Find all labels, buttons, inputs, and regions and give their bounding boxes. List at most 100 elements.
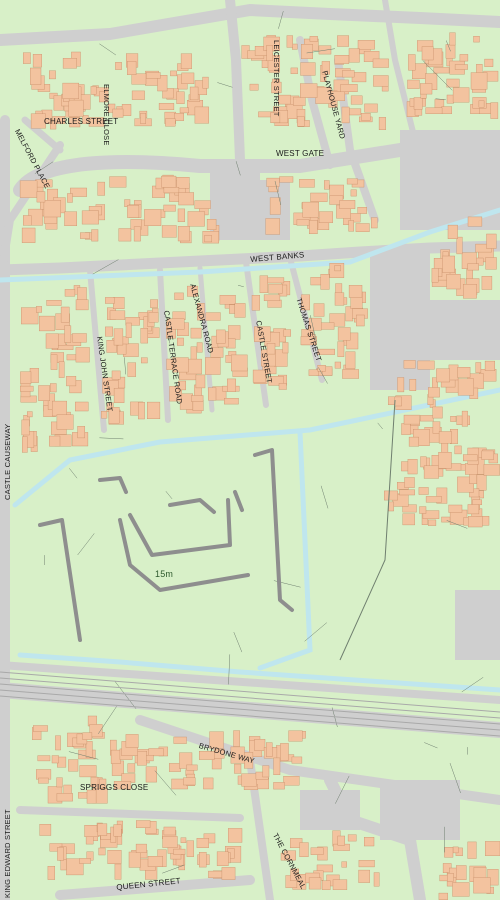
building bbox=[350, 189, 357, 197]
grey-lot bbox=[455, 590, 500, 660]
building bbox=[170, 70, 177, 77]
building bbox=[43, 200, 62, 218]
building bbox=[64, 325, 72, 343]
building bbox=[267, 277, 285, 284]
building bbox=[57, 847, 64, 861]
building bbox=[320, 274, 330, 290]
building bbox=[174, 292, 184, 300]
building bbox=[399, 489, 415, 496]
building bbox=[357, 206, 367, 214]
earthwork-outline bbox=[98, 476, 128, 494]
building bbox=[485, 257, 497, 270]
building bbox=[463, 284, 477, 299]
building bbox=[36, 306, 42, 313]
map-canvas[interactable]: CHARLES STREET ELMORE CLOSE MELFORD PLAC… bbox=[0, 0, 500, 900]
label-castle-causeway: CASTLE CAUSEWAY bbox=[3, 423, 12, 500]
building bbox=[249, 83, 259, 91]
building bbox=[384, 490, 398, 501]
building bbox=[341, 861, 347, 868]
building bbox=[38, 777, 49, 784]
label-spriggs-close: SPRIGGS CLOSE bbox=[80, 783, 149, 792]
building bbox=[388, 501, 394, 512]
building bbox=[113, 388, 125, 403]
building bbox=[97, 823, 108, 836]
building bbox=[441, 106, 453, 114]
building bbox=[105, 297, 115, 304]
building bbox=[350, 95, 363, 105]
building bbox=[478, 100, 485, 108]
building bbox=[22, 436, 28, 453]
building bbox=[110, 749, 121, 764]
building bbox=[452, 846, 459, 854]
label-west-gate: WEST GATE bbox=[276, 149, 325, 158]
building bbox=[192, 399, 204, 412]
building bbox=[216, 329, 226, 344]
building bbox=[467, 841, 477, 859]
building bbox=[308, 369, 319, 376]
building bbox=[345, 306, 354, 322]
building bbox=[127, 205, 140, 218]
building bbox=[66, 354, 77, 361]
building bbox=[293, 96, 306, 106]
building bbox=[68, 99, 84, 117]
building bbox=[465, 463, 478, 475]
building bbox=[186, 764, 198, 771]
building bbox=[79, 765, 97, 778]
building bbox=[177, 337, 184, 346]
building bbox=[449, 32, 456, 46]
building bbox=[168, 763, 181, 772]
building bbox=[468, 516, 483, 528]
building bbox=[340, 84, 358, 93]
building bbox=[121, 104, 132, 116]
grey-lot bbox=[380, 780, 460, 840]
building bbox=[290, 67, 298, 75]
building bbox=[301, 44, 313, 59]
building bbox=[297, 116, 305, 127]
building bbox=[334, 55, 350, 64]
building bbox=[361, 112, 371, 121]
building bbox=[448, 364, 459, 381]
building bbox=[140, 112, 146, 124]
building bbox=[227, 378, 237, 392]
building bbox=[378, 117, 386, 131]
building bbox=[419, 506, 427, 514]
building bbox=[438, 431, 452, 444]
building bbox=[428, 519, 437, 526]
property-line bbox=[424, 742, 438, 749]
building bbox=[219, 295, 236, 305]
building bbox=[50, 354, 58, 370]
building bbox=[180, 53, 192, 70]
building bbox=[339, 200, 356, 210]
building bbox=[407, 79, 420, 89]
building bbox=[447, 873, 454, 882]
building bbox=[118, 228, 132, 242]
building bbox=[423, 465, 439, 479]
building bbox=[347, 834, 357, 842]
label-elmore-close: ELMORE CLOSE bbox=[102, 84, 111, 146]
property-line bbox=[217, 82, 233, 88]
building bbox=[313, 303, 325, 317]
building bbox=[66, 376, 77, 387]
building bbox=[64, 211, 78, 226]
building bbox=[358, 860, 375, 868]
building bbox=[113, 328, 124, 346]
building bbox=[64, 289, 76, 297]
building bbox=[80, 232, 90, 239]
building bbox=[140, 328, 149, 344]
property-line bbox=[165, 491, 173, 500]
building bbox=[446, 94, 454, 104]
building bbox=[145, 766, 157, 783]
building bbox=[136, 751, 147, 766]
building bbox=[186, 358, 202, 375]
building bbox=[334, 292, 345, 306]
building bbox=[133, 226, 141, 242]
building bbox=[207, 387, 217, 401]
building bbox=[310, 277, 322, 286]
building bbox=[273, 782, 285, 790]
building bbox=[50, 383, 57, 393]
earthwork-outline bbox=[233, 490, 244, 512]
building bbox=[183, 777, 196, 786]
building bbox=[128, 851, 141, 868]
building bbox=[459, 54, 469, 62]
building bbox=[62, 58, 77, 69]
